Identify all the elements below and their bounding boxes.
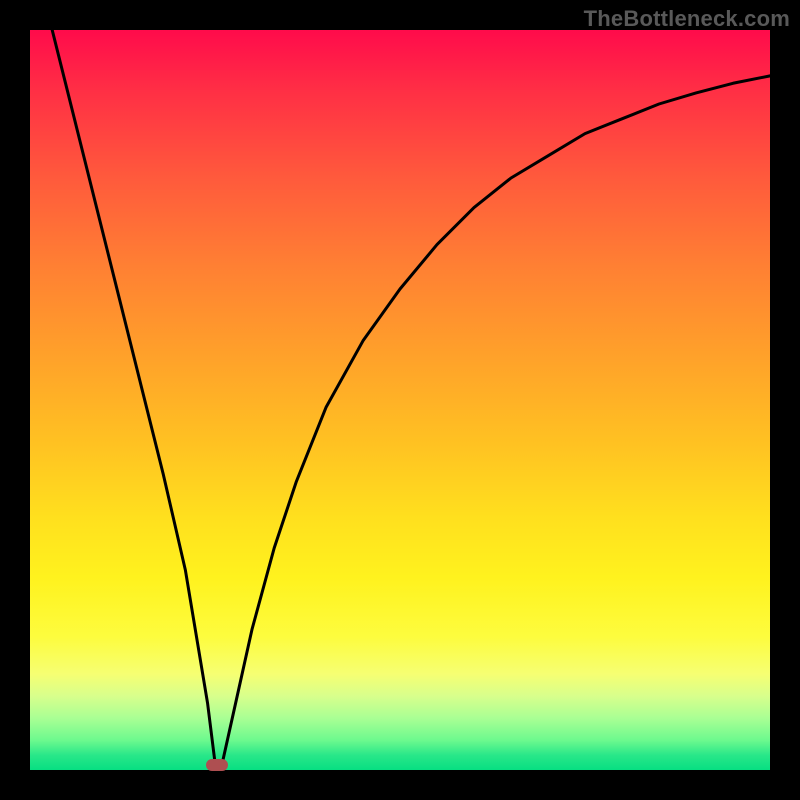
plot-area xyxy=(30,30,770,770)
bottleneck-curve xyxy=(52,30,770,763)
chart-frame: TheBottleneck.com xyxy=(0,0,800,800)
optimal-marker xyxy=(206,759,228,771)
watermark-text: TheBottleneck.com xyxy=(584,6,790,32)
curve-svg xyxy=(30,30,770,770)
